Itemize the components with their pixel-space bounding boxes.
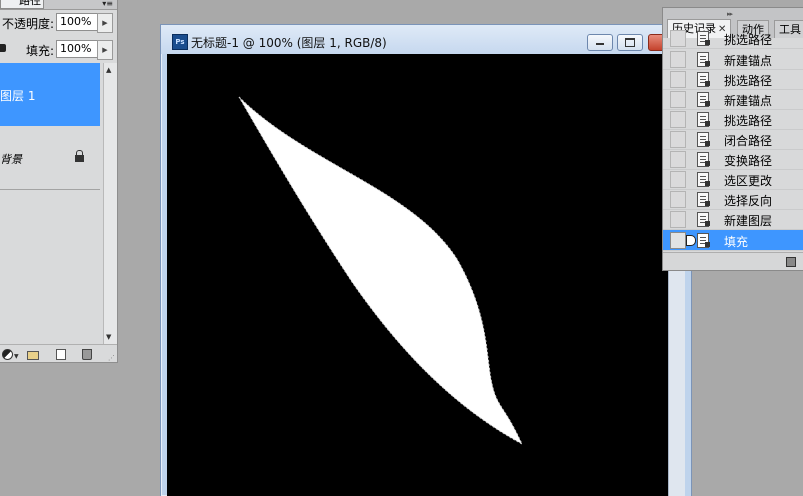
- history-state-icon: [697, 132, 710, 147]
- fill-label: 填充:: [25, 44, 54, 58]
- history-snapshot-checkbox[interactable]: [670, 191, 686, 208]
- history-item[interactable]: 选区更改: [663, 169, 803, 190]
- history-snapshot-checkbox[interactable]: [670, 171, 686, 188]
- scroll-down-icon[interactable]: ▼: [106, 333, 111, 341]
- document-window: Ps 无标题-1 @ 100% (图层 1, RGB/8): [160, 24, 692, 496]
- history-state-icon: [697, 52, 710, 67]
- minimize-button[interactable]: [587, 34, 613, 51]
- history-item-label: 选区更改: [724, 174, 773, 188]
- history-item-label: 填充: [724, 235, 749, 249]
- history-item[interactable]: 变换路径: [663, 149, 803, 170]
- leaf-shape: [238, 96, 524, 446]
- opacity-label: 不透明度:: [1, 17, 54, 31]
- history-item[interactable]: 新建图层: [663, 209, 803, 230]
- fill-input[interactable]: 100%: [56, 40, 99, 58]
- adjustment-dropdown-icon[interactable]: ▼: [14, 353, 20, 360]
- layer-row-layer-1[interactable]: 图层 1: [0, 63, 100, 126]
- history-snapshot-checkbox[interactable]: [670, 30, 686, 47]
- layer-name: 背景: [0, 153, 22, 166]
- history-item-label: 新建图层: [724, 214, 773, 228]
- fill-slider-arrow-icon[interactable]: ▶: [97, 40, 113, 60]
- history-snapshot-checkbox[interactable]: [670, 211, 686, 228]
- history-list: 挑选路径 新建锚点 挑选路径 新建锚点 挑选路径 闭合路径 变换路径 选区更改 …: [663, 30, 803, 252]
- history-panel: ▸▸ 历史记录 ✕ 动作 工具 挑选路径 新建锚点 挑选路径 新建锚点 挑选路径…: [662, 7, 803, 271]
- history-state-marker-icon[interactable]: [686, 235, 696, 246]
- history-item-label: 变换路径: [724, 154, 773, 168]
- history-item[interactable]: 挑选路径: [663, 69, 803, 90]
- history-snapshot-checkbox[interactable]: [670, 111, 686, 128]
- history-snapshot-checkbox[interactable]: [670, 131, 686, 148]
- panel-menu-icon[interactable]: ▾≡: [102, 0, 113, 8]
- history-item-label: 选择反向: [724, 194, 773, 208]
- history-state-icon: [697, 152, 710, 167]
- history-snapshot-checkbox[interactable]: [670, 71, 686, 88]
- history-state-icon: [697, 112, 710, 127]
- maximize-button[interactable]: [617, 34, 643, 51]
- history-snapshot-checkbox[interactable]: [670, 91, 686, 108]
- layer-list: 图层 1 背景: [0, 63, 103, 344]
- history-item[interactable]: 选择反向: [663, 189, 803, 210]
- layer-name: 图层 1: [0, 89, 36, 103]
- fill-row: 填充: 100% ▶: [0, 37, 117, 61]
- history-state-icon: [697, 72, 710, 87]
- layers-scrollbar[interactable]: ▲ ▼: [103, 63, 117, 344]
- document-titlebar[interactable]: Ps 无标题-1 @ 100% (图层 1, RGB/8): [161, 25, 691, 54]
- history-state-icon: [697, 31, 710, 46]
- history-item-label: 新建锚点: [724, 94, 773, 108]
- new-layer-icon[interactable]: [56, 349, 66, 360]
- minimize-icon: [596, 43, 604, 45]
- history-item-label: 新建锚点: [724, 54, 773, 68]
- history-item[interactable]: 新建锚点: [663, 89, 803, 110]
- resize-grip-icon[interactable]: ⋰: [108, 354, 115, 362]
- layers-panel-tabstrip: 路径 ▾≡: [0, 0, 117, 10]
- history-state-icon: [697, 212, 710, 227]
- history-item[interactable]: 挑选路径: [663, 109, 803, 130]
- opacity-row: 不透明度: 100% ▶: [0, 10, 117, 34]
- history-item[interactable]: 挑选路径: [663, 28, 803, 49]
- history-item[interactable]: 闭合路径: [663, 129, 803, 150]
- history-item-selected[interactable]: 填充: [663, 230, 803, 251]
- tab-paths[interactable]: 路径: [0, 0, 44, 9]
- opacity-input[interactable]: 100%: [56, 13, 99, 31]
- history-state-icon: [697, 172, 710, 187]
- lock-icon: [75, 150, 84, 163]
- delete-state-icon[interactable]: [786, 257, 796, 267]
- scroll-up-icon[interactable]: ▲: [106, 66, 111, 74]
- adjustment-layer-icon[interactable]: [2, 349, 13, 360]
- history-state-icon: [697, 192, 710, 207]
- layers-panel-footer: ▼ ⋰: [0, 344, 117, 362]
- history-snapshot-checkbox[interactable]: [670, 151, 686, 168]
- history-item[interactable]: 新建锚点: [663, 49, 803, 70]
- photoshop-document-icon: Ps: [172, 34, 188, 50]
- history-state-icon: [697, 233, 710, 248]
- canvas-artwork: [238, 96, 524, 446]
- history-panel-footer: [663, 252, 803, 270]
- history-snapshot-checkbox[interactable]: [670, 232, 686, 249]
- document-canvas[interactable]: [167, 54, 668, 496]
- lock-all-icon[interactable]: [0, 44, 6, 52]
- maximize-icon: [625, 38, 635, 47]
- history-item-label: 挑选路径: [724, 33, 773, 47]
- history-snapshot-checkbox[interactable]: [670, 51, 686, 68]
- new-group-icon[interactable]: [27, 351, 39, 360]
- history-item-label: 闭合路径: [724, 134, 773, 148]
- panel-grip-icon[interactable]: ▸▸: [727, 10, 733, 18]
- layers-panel: 路径 ▾≡ 不透明度: 100% ▶ 填充: 100% ▶ 图层 1 背景 ▲ …: [0, 0, 118, 363]
- layer-row-background[interactable]: 背景: [0, 127, 100, 190]
- history-item-label: 挑选路径: [724, 114, 773, 128]
- document-title: 无标题-1 @ 100% (图层 1, RGB/8): [191, 36, 387, 50]
- opacity-slider-arrow-icon[interactable]: ▶: [97, 13, 113, 33]
- history-item-label: 挑选路径: [724, 74, 773, 88]
- trash-icon[interactable]: [82, 349, 92, 360]
- history-state-icon: [697, 92, 710, 107]
